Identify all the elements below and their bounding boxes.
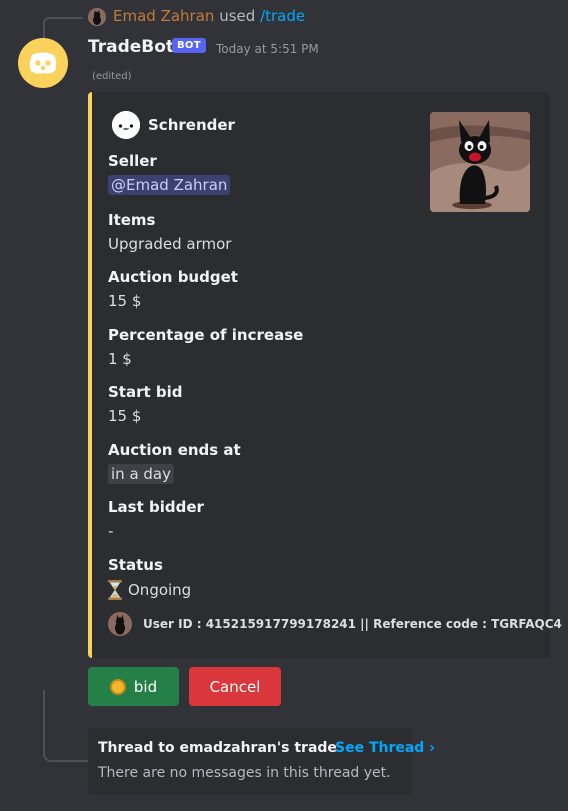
field-name-percentage-increase: Percentage of increase [108,326,304,344]
seller-mention[interactable]: @Emad Zahran [108,175,231,195]
embed-footer-text: User ID : 415215917799178241 || Referenc… [143,617,562,631]
trade-embed: Schrender Seller @Emad Zahran Items Upgr… [88,92,562,658]
see-thread-link[interactable]: See Thread › [335,740,435,756]
field-name-auction-budget: Auction budget [108,268,238,286]
field-value-start-bid: 15 $ [108,407,142,425]
bot-badge: BOT [172,38,206,53]
field-name-last-bidder: Last bidder [108,498,204,516]
cute-face-icon [112,111,140,139]
referenced-user-avatar[interactable] [88,8,106,26]
bot-avatar[interactable] [18,38,68,88]
embed-author-icon [112,111,140,139]
field-value-auction-ends: in a day [108,464,174,484]
thread-name[interactable]: Thread to emadzahran's trade [98,740,337,756]
field-value-auction-budget: 15 $ [108,292,142,310]
reply-used-text: used [219,7,256,25]
thread-spine [43,690,91,762]
cat-avatar-icon [108,612,132,636]
embed-author-name[interactable]: Schrender [148,116,235,134]
edited-label: (edited) [92,71,132,82]
cat-avatar-icon [88,8,106,26]
message-timestamp[interactable]: Today at 5:51 PM [216,42,319,56]
embed-thumbnail[interactable] [430,112,530,212]
cancel-button[interactable]: Cancel [189,667,281,706]
field-value-items: Upgraded armor [108,235,232,253]
thread-preview[interactable]: Thread to emadzahran's trade See Thread … [88,728,435,795]
reply-command[interactable]: /trade [260,7,305,25]
bid-button-label: bid [133,677,158,696]
embed-footer-icon [108,612,132,636]
thread-empty-text: There are no messages in this thread yet… [98,765,391,781]
bid-button[interactable]: bid [88,667,179,706]
reply-reference[interactable]: Emad Zahran used /trade [113,7,305,25]
status-text: Ongoing [128,581,192,599]
field-name-items: Items [108,211,156,229]
field-name-seller: Seller [108,152,157,170]
message-author[interactable]: TradeBot [88,37,174,57]
field-value-percentage-increase: 1 $ [108,350,132,368]
field-name-auction-ends: Auction ends at [108,441,241,459]
reply-spine [43,17,83,39]
field-name-status: Status [108,556,163,574]
cancel-button-label: Cancel [209,677,261,696]
field-name-start-bid: Start bid [108,383,183,401]
discord-bot-icon [29,52,57,74]
reply-username[interactable]: Emad Zahran [113,7,214,25]
black-cat-image [430,112,530,212]
coin-icon [109,678,126,695]
field-value-seller: @Emad Zahran [108,175,231,195]
field-value-last-bidder: - [108,522,114,540]
field-value-status: Ongoing [108,580,191,600]
hourglass-icon [108,580,122,600]
relative-timestamp[interactable]: in a day [108,464,174,484]
